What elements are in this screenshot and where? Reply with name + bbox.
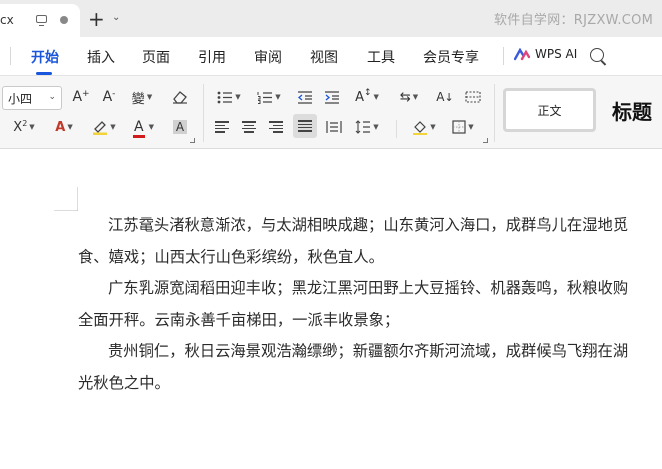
divider [494,84,495,142]
indent-icon [325,90,339,104]
style-normal-label: 正文 [537,103,562,118]
align-right-button[interactable] [266,116,286,138]
tab-references[interactable]: 引用 [198,47,226,67]
tab-page[interactable]: 页面 [142,47,170,67]
tab-home[interactable]: 开始 [31,47,59,67]
divider [396,120,397,138]
style-title[interactable]: 标题 [612,96,652,125]
align-left-button[interactable] [212,116,232,138]
eraser-icon [173,91,187,104]
menu-bar: 开始 插入 页面 引用 审阅 视图 工具 会员专享 WPS AI [0,37,662,75]
paragraph-line: 贵州铜仁，秋日云海景观浩瀚缥缈；新疆额尔齐斯河流域，成群候鸟飞翔在 [108,342,613,360]
line-spacing-icon [355,120,371,134]
increase-indent-button[interactable] [322,86,342,108]
watermark-text: 软件自学网：RJZXW.COM [494,13,654,28]
tab-member[interactable]: 会员专享 [423,47,479,67]
shrink-font-button[interactable]: A- [99,86,119,108]
tab-insert[interactable]: 插入 [87,47,115,67]
justify-icon [298,120,312,132]
font-size-value: 小四 [8,92,33,106]
divider [503,47,504,65]
font-color-button[interactable]: A ▼ [128,116,160,138]
character-shading-button[interactable]: A [170,116,190,138]
show-marks-button[interactable] [462,86,484,108]
divider [203,84,204,142]
superscript-button[interactable]: X 2 ▼ [8,116,40,138]
wps-ai-button[interactable]: WPS AI [514,47,577,61]
paragraph-line: 广东乳源宽阔稻田迎丰收；黑龙江黑河田野上大豆摇铃、机器轰鸣，秋粮收 [108,279,613,297]
decrease-indent-button[interactable] [295,86,315,108]
document-page[interactable]: 江苏鼋头渚秋意渐浓，与太湖相映成趣；山东黄河入海口，成群鸟儿在湿地觅食、嬉戏；山… [0,149,662,469]
outdent-icon [297,90,312,104]
paint-bucket-icon [413,121,428,135]
align-left-icon [215,121,229,133]
clear-format-button[interactable] [170,86,190,108]
margin-corner-mark [54,187,78,211]
tab-review[interactable]: 审阅 [254,47,282,67]
tab-tools[interactable]: 工具 [367,47,395,67]
phonetic-guide-button[interactable]: 變 ▼ [127,86,157,108]
highlighter-icon [93,121,108,135]
title-bar: cx + ⌄ 软件自学网：RJZXW.COM [0,0,662,37]
bullet-list-button[interactable]: ▼ [214,86,244,108]
distribute-icon [326,121,342,133]
tab-view[interactable]: 视图 [310,47,338,67]
chevron-down-icon: ⌄ [48,92,56,102]
search-icon[interactable] [590,48,604,62]
text-effect-button[interactable]: A ▼ [48,116,80,138]
wps-ai-label: WPS AI [535,47,578,61]
line-spacing-button[interactable]: ▼ [352,116,382,138]
table-grid-icon [465,91,481,103]
text-direction-button[interactable]: A ↕ ▼ [352,86,382,108]
sort-button[interactable]: ⇆ ▼ [394,86,424,108]
align-center-button[interactable] [239,116,259,138]
bullet-list-icon [217,91,233,103]
numbered-list-icon [257,91,273,104]
align-center-icon [242,121,256,133]
document-tab-title: cx [0,13,14,27]
paragraph[interactable]: 江苏鼋头渚秋意渐浓，与太湖相映成趣；山东黄河入海口，成群鸟儿在湿地觅食、嬉戏；山… [78,209,638,273]
unsaved-dot-icon[interactable] [60,16,68,24]
document-tab[interactable]: cx [0,4,80,37]
highlight-button[interactable]: ▼ [88,116,120,138]
grow-font-button[interactable]: A + [71,86,91,108]
justify-button[interactable] [293,114,317,138]
distributed-align-button[interactable] [323,116,345,138]
sort-az-button[interactable]: A ↓ [434,86,456,108]
paragraph[interactable]: 贵州铜仁，秋日云海景观浩瀚缥缈；新疆额尔齐斯河流域，成群候鸟飞翔在湖光秋色之中。 [78,335,638,399]
border-icon [452,120,466,134]
numbered-list-button[interactable]: ▼ [254,86,284,108]
new-tab-plus-icon[interactable]: + [88,9,105,29]
wps-ai-logo-icon [514,47,530,60]
paragraph-dialog-launcher[interactable] [483,138,488,143]
shading-button[interactable]: ▼ [408,116,440,138]
paragraph[interactable]: 广东乳源宽阔稻田迎丰收；黑龙江黑河田野上大豆摇铃、机器轰鸣，秋粮收购全面开秤。云… [78,272,638,336]
style-normal[interactable]: 正文 [503,88,596,132]
align-right-icon [269,121,283,133]
monitor-icon[interactable] [36,15,47,26]
paragraph-line: 江苏鼋头渚秋意渐浓，与太湖相映成趣；山东黄河入海口，成群鸟儿在湿地 [108,216,613,234]
chevron-down-icon[interactable]: ⌄ [112,12,120,23]
divider [10,47,11,65]
font-size-select[interactable]: 小四 ⌄ [2,86,62,110]
font-dialog-launcher[interactable] [190,138,195,143]
borders-button[interactable]: ▼ [448,116,478,138]
ribbon-toolbar: 小四 ⌄ A + A- 變 ▼ X 2 ▼ A ▼ ▼ A ▼ A ▼ ▼ A … [0,75,662,149]
